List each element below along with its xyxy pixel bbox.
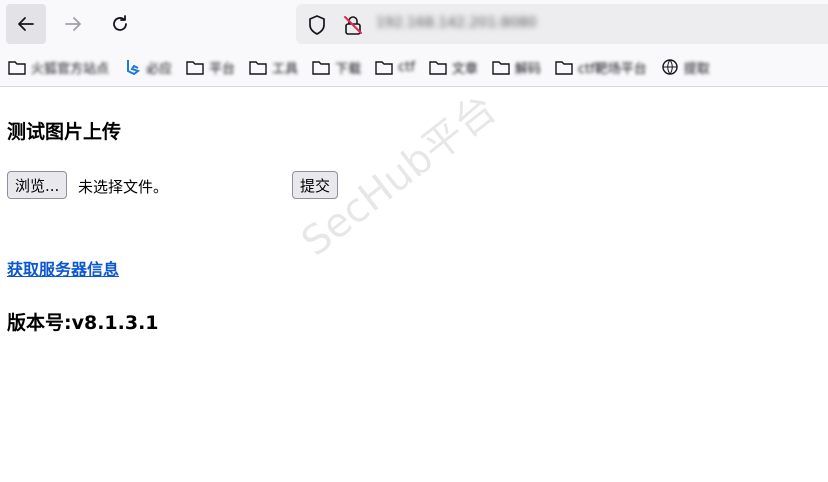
page-title: 测试图片上传	[7, 121, 122, 143]
globe-icon	[662, 59, 678, 75]
folder-icon	[186, 61, 204, 75]
bookmark-item[interactable]: 平台	[178, 53, 241, 81]
address-bar[interactable]: 192.168.142.201:8080	[296, 4, 828, 44]
folder-icon	[429, 61, 447, 75]
bookmark-item[interactable]: 必应	[115, 53, 178, 81]
bookmark-item[interactable]: 火狐官方站点	[0, 53, 115, 81]
folder-icon	[8, 61, 26, 75]
server-info-link[interactable]: 获取服务器信息	[7, 256, 119, 280]
bookmark-item[interactable]: ctf靶场平台	[547, 53, 653, 81]
shield-icon[interactable]	[306, 14, 328, 36]
folder-icon	[375, 61, 393, 75]
page-content: 测试图片上传 浏览... 未选择文件。 提交 获取服务器信息 版本号:v8.1.…	[7, 86, 828, 482]
file-upload-form: 浏览... 未选择文件。 提交	[7, 171, 407, 201]
bookmark-item[interactable]: 文章	[421, 53, 484, 81]
folder-icon	[312, 61, 330, 75]
bookmark-item[interactable]: 提取	[653, 53, 716, 81]
browser-toolbar: 192.168.142.201:8080	[0, 0, 828, 48]
forward-button[interactable]	[53, 4, 93, 44]
bookmarks-bar: 火狐官方站点 必应 平台 工具 下载 ctf 文章 解码 ctf靶场平台 提取	[0, 48, 828, 87]
back-button[interactable]	[6, 4, 46, 44]
version-text: 版本号:v8.1.3.1	[7, 312, 159, 334]
url-text[interactable]: 192.168.142.201:8080	[376, 15, 537, 31]
folder-icon	[249, 61, 267, 75]
folder-icon	[492, 61, 510, 75]
bookmark-item[interactable]: 解码	[484, 53, 547, 81]
reload-button[interactable]	[100, 4, 140, 44]
arrow-right-icon	[65, 17, 81, 31]
reload-icon	[113, 15, 127, 31]
browse-file-button[interactable]: 浏览...	[7, 171, 68, 199]
bookmark-item[interactable]: 工具	[241, 53, 304, 81]
bing-icon	[127, 60, 141, 75]
insecure-lock-icon[interactable]	[342, 14, 364, 36]
submit-button[interactable]: 提交	[292, 171, 339, 199]
file-status-text: 未选择文件。	[78, 178, 169, 196]
bookmark-item[interactable]: ctf	[367, 53, 421, 81]
arrow-left-icon	[18, 17, 34, 31]
folder-icon	[555, 61, 573, 75]
bookmark-item[interactable]: 下载	[304, 53, 367, 81]
